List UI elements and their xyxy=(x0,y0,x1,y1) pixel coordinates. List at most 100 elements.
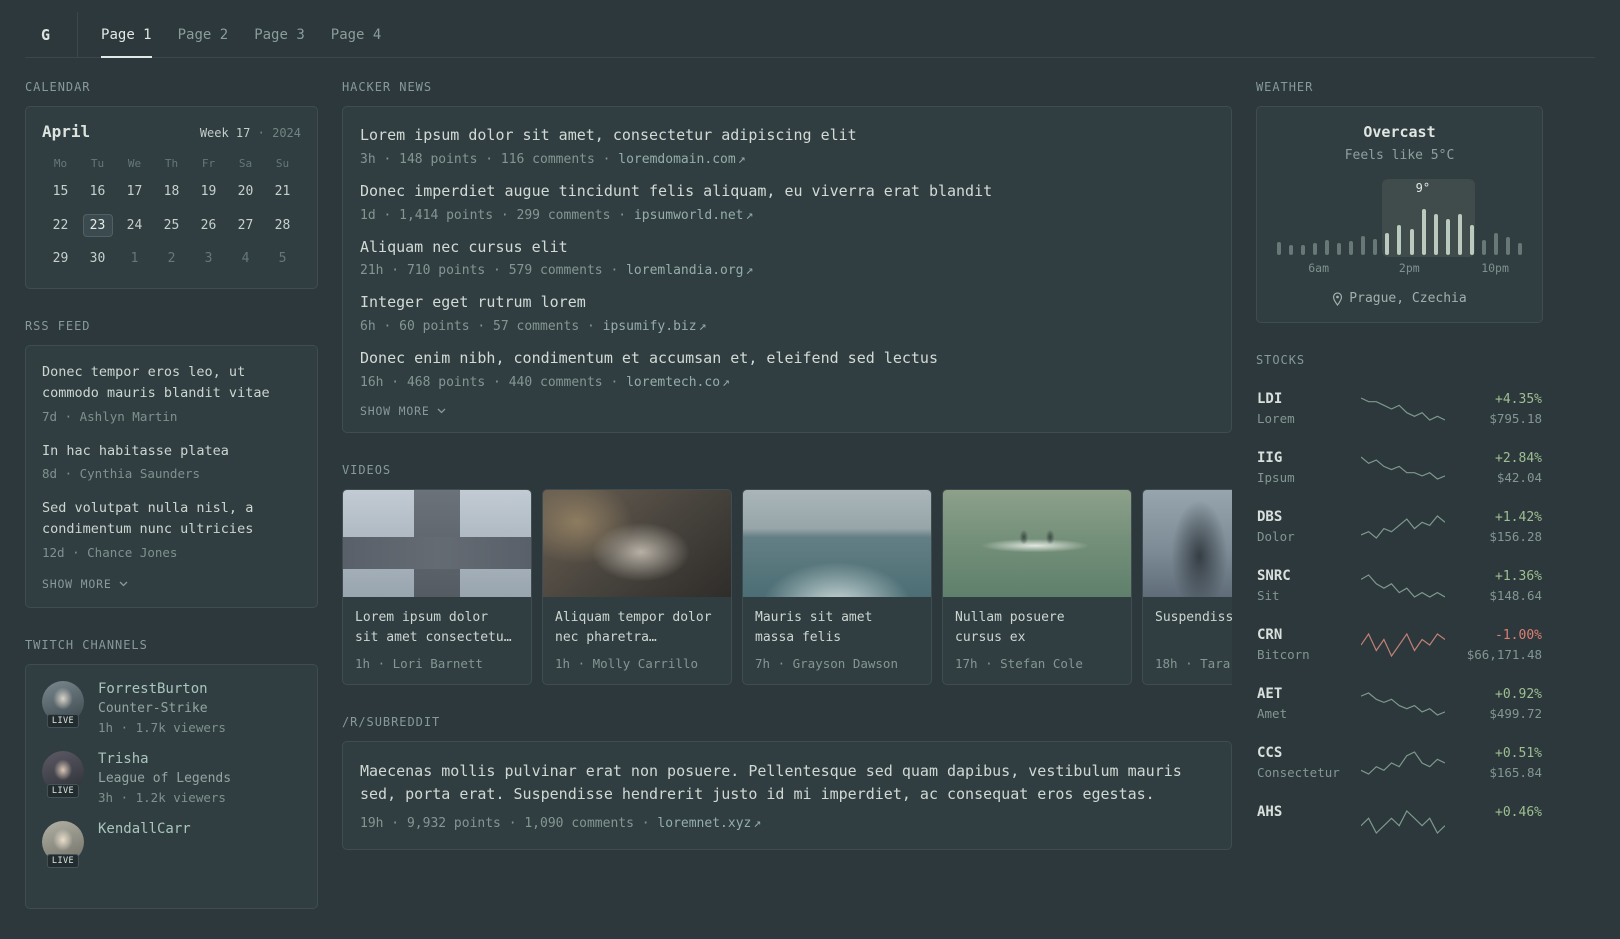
tab-page-4[interactable]: Page 4 xyxy=(318,12,395,57)
hn-item: Donec enim nibh, condimentum et accumsan… xyxy=(360,348,1214,390)
stock-row[interactable]: AHS +0.46% xyxy=(1256,792,1543,852)
hn-item: Integer eget rutrum lorem 6h · 60 points… xyxy=(360,292,1214,334)
videos-widget: VIDEOS Lorem ipsum dolor sit amet consec… xyxy=(342,463,1232,685)
stock-name: Amet xyxy=(1257,706,1288,721)
external-link-icon: ↗ xyxy=(698,319,707,334)
stock-change: +0.51% xyxy=(1495,745,1542,761)
stock-sparkline xyxy=(1351,573,1454,599)
rss-show-more-button[interactable]: SHOW MORE xyxy=(42,577,301,591)
external-link-icon: ↗ xyxy=(753,816,762,832)
hn-item: Donec imperdiet augue tincidunt felis al… xyxy=(360,181,1214,223)
weekday-label: We xyxy=(127,157,142,170)
stock-change: +0.92% xyxy=(1495,686,1542,702)
channel-name[interactable]: ForrestBurton xyxy=(98,681,226,697)
rss-item[interactable]: Sed volutpat nulla nisl, a condimentum n… xyxy=(42,498,301,560)
subreddit-domain-link[interactable]: loremnet.xyz xyxy=(657,816,751,831)
channel-game: League of Legends xyxy=(98,770,232,786)
channel-name[interactable]: KendallCarr xyxy=(98,821,191,837)
calendar-day: 16 xyxy=(89,184,106,199)
video-card[interactable]: Suspendisse diam 18h · Tara xyxy=(1142,488,1232,685)
stock-symbol: LDI xyxy=(1257,391,1283,407)
hn-item-title[interactable]: Aliquam nec cursus elit xyxy=(360,237,1214,259)
hacker-news-card: Lorem ipsum dolor sit amet, consectetur … xyxy=(342,106,1232,433)
page-tabs: Page 1 Page 2 Page 3 Page 4 xyxy=(88,12,395,58)
video-card[interactable]: Nullam posuere cursus ex 17h · Stefan Co… xyxy=(942,488,1132,685)
calendar-day: 24 xyxy=(126,217,143,233)
hn-item-title[interactable]: Integer eget rutrum lorem xyxy=(360,292,1214,314)
stock-change: +2.84% xyxy=(1495,450,1542,466)
hn-item-domain-link[interactable]: loremlandia.org xyxy=(626,263,743,278)
stock-row[interactable]: LDI Lorem +4.35% $795.18 xyxy=(1256,379,1543,438)
weather-location[interactable]: Prague, Czechia xyxy=(1275,291,1524,306)
stock-row[interactable]: CRN Bitcorn -1.00% $66,171.48 xyxy=(1256,615,1543,674)
channel-avatar: LIVE xyxy=(42,680,84,728)
subreddit-post-title[interactable]: Maecenas mollis pulvinar erat non posuer… xyxy=(360,760,1214,807)
video-thumbnail xyxy=(343,489,531,597)
tab-page-3[interactable]: Page 3 xyxy=(241,12,318,57)
twitch-channel-row[interactable]: LIVE KendallCarr xyxy=(42,820,301,880)
hn-item-domain-link[interactable]: ipsumworld.net xyxy=(634,208,744,223)
hn-item-domain-link[interactable]: loremtech.co xyxy=(626,375,720,390)
stock-row[interactable]: CCS Consectetur +0.51% $165.84 xyxy=(1256,733,1543,792)
twitch-card: LIVE ForrestBurton Counter-Strike 1h · 1… xyxy=(25,663,318,909)
rss-item-title[interactable]: Sed volutpat nulla nisl, a condimentum n… xyxy=(42,498,301,541)
hn-item-title[interactable]: Donec imperdiet augue tincidunt felis al… xyxy=(360,181,1214,203)
stock-price: $499.72 xyxy=(1489,705,1542,721)
subreddit-widget: /R/SUBREDDIT Maecenas mollis pulvinar er… xyxy=(342,715,1232,851)
stock-sparkline xyxy=(1351,691,1454,717)
stock-row[interactable]: AET Amet +0.92% $499.72 xyxy=(1256,674,1543,733)
calendar-day: 28 xyxy=(274,217,291,233)
calendar-day: 25 xyxy=(163,217,180,233)
tab-page-2[interactable]: Page 2 xyxy=(165,12,242,57)
calendar-day: 17 xyxy=(126,184,143,199)
channel-name[interactable]: Trisha xyxy=(98,751,231,767)
video-meta: 1h · Lori Barnett xyxy=(355,655,483,671)
stock-row[interactable]: SNRC Sit +1.36% $148.64 xyxy=(1256,556,1543,615)
twitch-channel-row[interactable]: LIVE ForrestBurton Counter-Strike 1h · 1… xyxy=(42,680,301,735)
video-title: Nullam posuere cursus ex xyxy=(955,609,1065,645)
stock-price: $42.04 xyxy=(1496,469,1542,485)
channel-game: Counter-Strike xyxy=(98,700,208,716)
stock-symbol: AHS xyxy=(1257,804,1283,820)
stock-name: Ipsum xyxy=(1257,470,1295,485)
hn-item-domain-link[interactable]: loremdomain.com xyxy=(618,152,735,167)
rss-item-meta: 12d · Chance Jones xyxy=(42,544,178,560)
rss-item-title[interactable]: In hac habitasse platea xyxy=(42,441,301,462)
rss-widget-title: RSS FEED xyxy=(25,319,91,333)
external-link-icon: ↗ xyxy=(737,151,746,167)
video-card[interactable]: Aliquam tempor dolor nec pharetra… 1h · … xyxy=(542,488,732,685)
video-thumbnail xyxy=(543,489,731,597)
app-logo[interactable]: G xyxy=(25,12,79,57)
channel-meta: 3h · 1.2k viewers xyxy=(98,789,226,805)
weather-condition: Overcast xyxy=(1363,123,1436,141)
hn-show-more-button[interactable]: SHOW MORE xyxy=(360,404,1214,418)
rss-item[interactable]: Donec tempor eros leo, ut commodo mauris… xyxy=(42,362,301,424)
channel-meta xyxy=(98,863,191,880)
twitch-channel-row[interactable]: LIVE Trisha League of Legends 3h · 1.2k … xyxy=(42,750,301,805)
hn-item-title[interactable]: Lorem ipsum dolor sit amet, consectetur … xyxy=(360,125,1214,147)
rss-widget: RSS FEED Donec tempor eros leo, ut commo… xyxy=(25,319,318,608)
twitch-widget: TWITCH CHANNELS LIVE ForrestBurton Count… xyxy=(25,638,318,909)
calendar-day: 18 xyxy=(163,184,180,199)
hn-item-domain-link[interactable]: ipsumify.biz xyxy=(603,319,697,334)
rss-item-title[interactable]: Donec tempor eros leo, ut commodo mauris… xyxy=(42,362,301,405)
stock-change: -1.00% xyxy=(1495,627,1542,643)
hn-item: Aliquam nec cursus elit 21h · 710 points… xyxy=(360,237,1214,279)
video-meta: 17h · Stefan Cole xyxy=(955,655,1083,671)
video-card[interactable]: Mauris sit amet massa felis 7h · Grayson… xyxy=(742,488,932,685)
subreddit-post-meta: 19h · 9,932 points · 1,090 comments · lo… xyxy=(360,816,762,832)
stock-row[interactable]: IIG Ipsum +2.84% $42.04 xyxy=(1256,438,1543,497)
rss-item[interactable]: In hac habitasse platea 8d · Cynthia Sau… xyxy=(42,441,301,481)
weekday-label: Mo xyxy=(53,157,68,170)
calendar-grid: Mo Tu We Th Fr Sa Su 15 16 17 18 19 20 2… xyxy=(42,157,301,270)
subreddit-card: Maecenas mollis pulvinar erat non posuer… xyxy=(342,740,1232,851)
video-meta: 7h · Grayson Dawson xyxy=(755,655,898,671)
calendar-day-next-month: 3 xyxy=(204,251,213,266)
calendar-widget: CALENDAR April Week 17 · 2024 Mo Tu We T… xyxy=(25,80,318,289)
stock-row[interactable]: DBS Dolor +1.42% $156.28 xyxy=(1256,497,1543,556)
tab-page-1[interactable]: Page 1 xyxy=(88,12,165,58)
video-thumbnail xyxy=(1143,489,1232,597)
stock-change: +1.36% xyxy=(1495,568,1542,584)
hn-item-title[interactable]: Donec enim nibh, condimentum et accumsan… xyxy=(360,348,1214,370)
video-card[interactable]: Lorem ipsum dolor sit amet consectetu… 1… xyxy=(342,488,532,685)
